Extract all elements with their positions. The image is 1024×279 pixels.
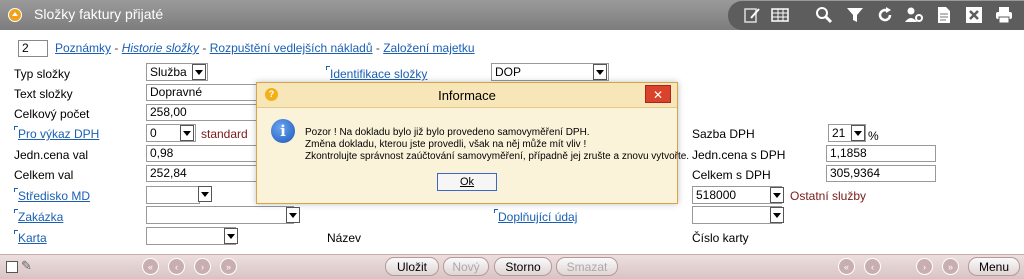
pro-vykaz-dph-link[interactable]: Pro výkaz DPH: [14, 126, 99, 141]
dialog-message-line-2: Změna dokladu, kterou jste provedli, vša…: [305, 139, 587, 150]
jedn-cena-dph-field[interactable]: 1,1858: [826, 145, 936, 162]
identifikace-value: DOP: [495, 65, 522, 79]
table-icon[interactable]: [770, 5, 790, 25]
info-icon: i: [271, 119, 295, 143]
zakazka-link[interactable]: Zakázka: [14, 209, 63, 224]
karta-link[interactable]: Karta: [14, 230, 47, 245]
celkem-dph-field[interactable]: 305,9364: [826, 165, 936, 182]
dialog-title-bar: ? Informace ✕: [257, 83, 677, 108]
next-record-icon[interactable]: ›: [194, 258, 211, 275]
chevron-down-icon[interactable]: [286, 207, 300, 223]
first-record-icon[interactable]: «: [142, 258, 159, 275]
chevron-down-icon[interactable]: [192, 64, 206, 80]
doplnujici-udaj-select[interactable]: [692, 206, 782, 224]
jedn-cena-val-field[interactable]: 0,98: [146, 145, 266, 162]
nazev-label: Název: [327, 231, 362, 245]
jedn-cena-val-label: Jedn.cena val: [14, 148, 89, 162]
scroll-first-icon[interactable]: «: [838, 258, 855, 275]
link-rozpusteni[interactable]: Rozpuštění vedlejších nákladů: [210, 41, 373, 55]
link-zalozeni-majetku[interactable]: Založení majetku: [383, 41, 474, 55]
document-icon[interactable]: [934, 5, 954, 25]
dialog-message-line-3: Zkontrolujte správnost zaúčtování samovy…: [305, 151, 690, 162]
celkovy-pocet-label: Celkový počet: [14, 107, 90, 121]
identifikace-slozky-link[interactable]: Identifikace složky: [326, 66, 427, 81]
identifikace-slozky-select[interactable]: DOP: [491, 63, 609, 81]
chevron-down-icon[interactable]: [770, 207, 784, 223]
chevron-down-icon[interactable]: [593, 64, 607, 80]
novy-button[interactable]: Nový: [443, 257, 489, 276]
celkem-dph-label: Celkem s DPH: [692, 168, 771, 182]
top-links: Poznámky - Historie složky - Rozpuštění …: [55, 41, 475, 55]
chevron-down-icon[interactable]: [224, 228, 238, 244]
ucet-value: 518000: [696, 188, 737, 202]
chevron-down-icon[interactable]: [851, 125, 865, 141]
search-icon[interactable]: [814, 5, 834, 25]
dialog-message-line-1: Pozor ! Na dokladu bylo již bylo provede…: [305, 127, 590, 138]
menu-button[interactable]: Menu: [968, 257, 1020, 276]
edit-icon[interactable]: [742, 5, 762, 25]
last-record-icon[interactable]: »: [220, 258, 237, 275]
record-number-field[interactable]: 2: [18, 40, 48, 57]
sazba-value: 21: [832, 126, 846, 140]
karta-select[interactable]: [146, 227, 236, 245]
chevron-down-icon[interactable]: [198, 186, 212, 202]
info-dialog: ? Informace ✕ i Pozor ! Na dokladu bylo …: [256, 82, 689, 204]
dialog-close-button[interactable]: ✕: [645, 85, 671, 103]
prev-record-icon[interactable]: ‹: [168, 258, 185, 275]
cislo-karty-label: Číslo karty: [692, 231, 749, 245]
text-slozky-field[interactable]: Dopravné: [146, 84, 266, 101]
scroll-last-icon[interactable]: »: [942, 258, 959, 275]
celkovy-pocet-field[interactable]: 258,00: [146, 104, 266, 121]
title-bar: Složky faktury přijaté: [0, 0, 1024, 30]
settings-icon[interactable]: [904, 5, 924, 25]
filter-icon[interactable]: [845, 5, 865, 25]
select-checkbox[interactable]: [6, 261, 18, 273]
refresh-icon[interactable]: [875, 5, 895, 25]
doplnujici-udaj-link[interactable]: Doplňující údaj: [494, 209, 577, 224]
sazba-dph-label: Sazba DPH: [692, 127, 755, 141]
typ-slozky-label: Typ složky: [14, 67, 71, 81]
link-historie-slozky[interactable]: Historie složky: [122, 41, 199, 55]
smazat-button[interactable]: Smazat: [556, 257, 618, 276]
toolbar: [728, 1, 1024, 30]
print-icon[interactable]: [994, 5, 1014, 25]
text-slozky-label: Text složky: [14, 87, 73, 101]
dialog-title: Informace: [438, 88, 496, 103]
celkem-val-field[interactable]: 252,84: [146, 165, 266, 182]
edit-icon[interactable]: ✎: [21, 258, 32, 274]
chevron-down-icon[interactable]: [770, 187, 784, 203]
stredisko-md-link[interactable]: Středisko MD: [14, 188, 90, 203]
bottom-bar: ✎ « ‹ › » Uložit Nový Storno Smazat « ‹ …: [0, 254, 1024, 279]
window-title: Složky faktury přijaté: [34, 6, 164, 22]
link-poznamky[interactable]: Poznámky: [55, 41, 111, 55]
ulozit-button[interactable]: Uložit: [385, 257, 439, 276]
pro-vykaz-value: 0: [150, 126, 157, 140]
chevron-down-icon[interactable]: [180, 125, 194, 141]
celkem-val-label: Celkem val: [14, 168, 74, 182]
typ-slozky-value: Služba: [150, 65, 187, 79]
scroll-prev-icon[interactable]: ‹: [864, 258, 881, 275]
pro-vykaz-note: standard: [201, 127, 248, 141]
ucet-select[interactable]: 518000: [692, 186, 782, 204]
ok-button[interactable]: Ok: [437, 173, 497, 191]
ucet-note: Ostatní služby: [790, 189, 867, 203]
sazba-unit: %: [868, 129, 879, 143]
excel-icon[interactable]: [964, 5, 984, 25]
ok-label: Ok: [459, 176, 475, 188]
storno-button[interactable]: Storno: [494, 257, 552, 276]
zakazka-select[interactable]: [146, 206, 294, 224]
scroll-next-icon[interactable]: ›: [916, 258, 933, 275]
collapse-icon[interactable]: [8, 8, 22, 22]
stredisko-md-select[interactable]: [146, 186, 200, 204]
jedn-cena-dph-label: Jedn.cena s DPH: [692, 148, 786, 162]
